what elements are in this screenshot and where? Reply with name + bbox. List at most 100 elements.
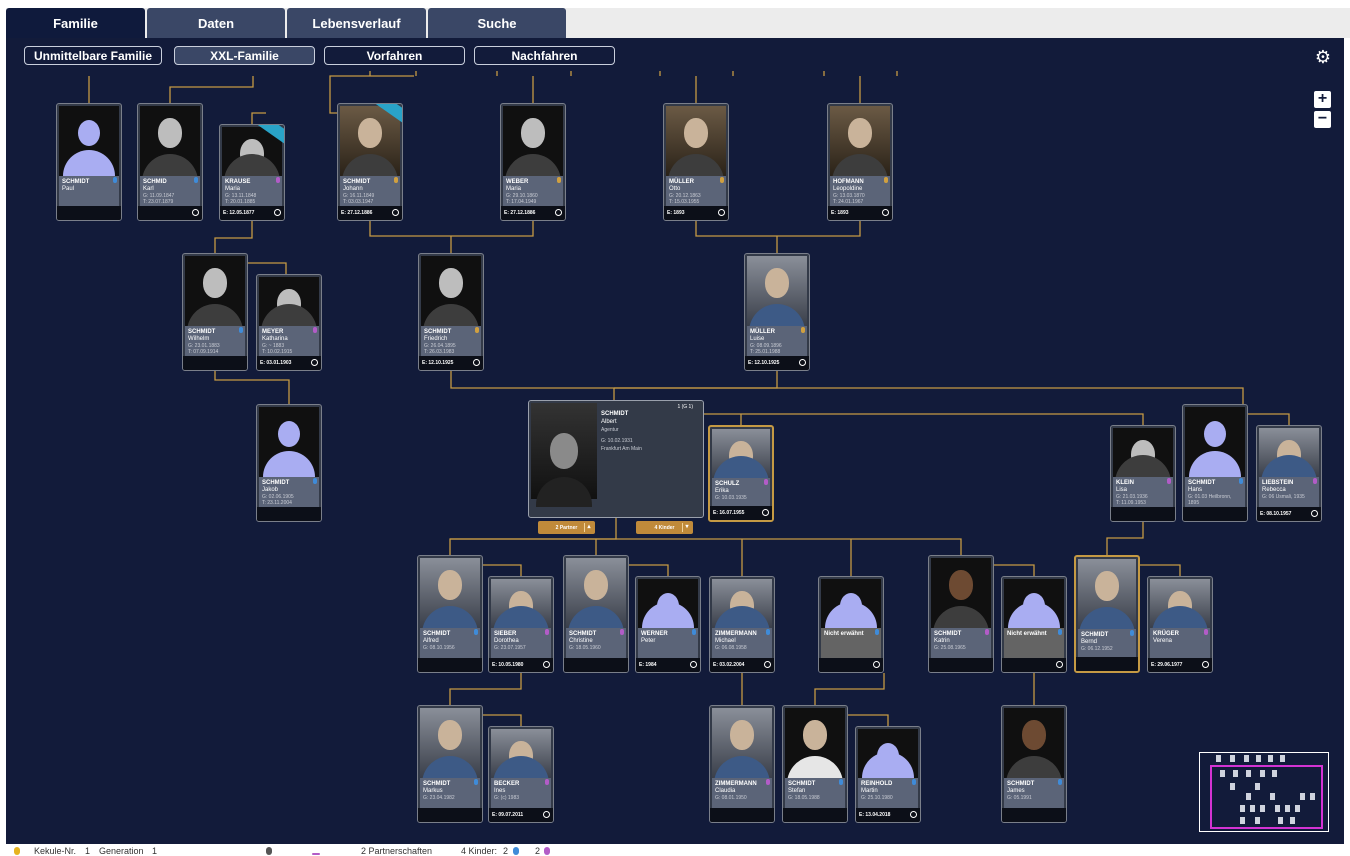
person-card-ne2[interactable]: Nicht erwähnt	[1001, 576, 1067, 673]
person-info: SCHMIDT Katrin G: 25.08.1965	[931, 628, 991, 658]
rings-icon[interactable]	[1311, 510, 1318, 517]
person-card-leopoldine[interactable]: HOFMANN Leopoldine G: 13.03.1870 T: 24.01.1…	[827, 103, 893, 221]
marriage-footer	[1002, 658, 1066, 672]
tab-daten[interactable]: Daten	[147, 8, 285, 38]
marriage-footer: E: 13.04.2018	[856, 808, 920, 822]
person-date: G: 05.1991	[1007, 795, 1032, 801]
focus-person-card[interactable]: 1 (G 1) SCHMIDT Albert Agentur G: 10.02.…	[528, 400, 704, 518]
rings-icon[interactable]	[274, 209, 281, 216]
person-card-martin[interactable]: REINHOLD Martin G: 25.10.1980 E: 13.04.2018	[855, 726, 921, 823]
tab-familie[interactable]: Familie	[6, 8, 145, 38]
person-given-name: Leopoldine	[833, 186, 863, 192]
minimap[interactable]	[1199, 752, 1329, 832]
person-info: SCHMIDT Friedrich G: 26.04.1895 T: 26.03.19…	[421, 326, 481, 356]
person-card-johann[interactable]: SCHMIDT Johann G: 16.11.1849 T: 03.03.1947 E…	[337, 103, 403, 221]
gear-icon[interactable]: ⚙	[1314, 48, 1332, 66]
person-card-stefan[interactable]: SCHMIDT Stefan G: 18.05.1988	[782, 705, 848, 823]
person-card-maria-k[interactable]: KRAUSE Maria G: 13.11.1848 T: 20.01.1885 E: …	[219, 124, 285, 221]
view-xxl-familie-button[interactable]: XXL-Familie	[174, 46, 315, 65]
partners-button[interactable]: 2 Partner ▴	[538, 521, 595, 534]
person-card-markus[interactable]: SCHMIDT Markus G: 23.04.1982	[417, 705, 483, 823]
person-given-name: Peter	[641, 638, 656, 644]
rings-icon[interactable]	[192, 209, 199, 216]
person-card-lisa[interactable]: KLEIN Lisa G: 21.03.1936 T: 11.09.1953	[1110, 425, 1176, 522]
person-card-alfred[interactable]: SCHMIDT Alfred G: 08.10.1956	[417, 555, 483, 673]
rings-icon[interactable]	[1202, 661, 1209, 668]
person-date: G: 01.03 Heilbronn, 1895	[1188, 494, 1232, 506]
person-card-katrin[interactable]: SCHMIDT Katrin G: 25.08.1965	[928, 555, 994, 673]
person-date: G: 23.04.1982	[423, 795, 455, 801]
plus-icon[interactable]: +	[1314, 91, 1331, 108]
rings-icon[interactable]	[762, 509, 769, 516]
rings-icon[interactable]	[1056, 661, 1063, 668]
person-card-maria-w[interactable]: WEBER Maria G: 29.10.1860 T: 17.04.1949 E: 2…	[500, 103, 566, 221]
rings-icon[interactable]	[392, 209, 399, 216]
minimap-viewport[interactable]	[1210, 765, 1323, 829]
minus-icon[interactable]: −	[1314, 111, 1331, 128]
person-card-paul[interactable]: SCHMIDT Paul	[56, 103, 122, 221]
marriage-footer	[1183, 507, 1247, 521]
rings-icon[interactable]	[311, 359, 318, 366]
person-card-otto[interactable]: MÜLLER Otto G: 20.12.1863 T: 15.03.1955 E: 1…	[663, 103, 729, 221]
person-given-name: Friedrich	[424, 336, 448, 342]
tab-suche[interactable]: Suche	[428, 8, 566, 38]
person-icon	[14, 847, 20, 855]
person-photo	[1150, 579, 1210, 628]
rings-icon[interactable]	[799, 359, 806, 366]
person-date: T: 17.04.1949	[506, 199, 537, 205]
person-card-claudia[interactable]: ZIMMERMANN Claudia G: 08.01.1950	[709, 705, 775, 823]
view-vorfahren-button[interactable]: Vorfahren	[324, 46, 465, 65]
person-card-katharina[interactable]: MEYER Katharina G: ~ 1883 T: 10.02.1915 E: 0…	[256, 274, 322, 371]
person-card-erika[interactable]: SCHULZ Erika G: 10.03.1935 E: 16.07.1955	[708, 425, 774, 522]
person-date: G: 06.12.1952	[1081, 646, 1113, 652]
person-card-ne1[interactable]: Nicht erwähnt	[818, 576, 884, 673]
person-info: KRAUSE Maria G: 13.11.1848 T: 20.01.1885	[222, 176, 282, 206]
rings-icon[interactable]	[543, 811, 550, 818]
children-button-label: 4 Kinder	[654, 524, 675, 531]
person-card-ines[interactable]: BECKER Ines G: (c) 1983 E: 09.07.2011	[488, 726, 554, 823]
person-card-christine[interactable]: SCHMIDT Christine G: 18.05.1960	[563, 555, 629, 673]
person-card-rebecca[interactable]: LIEBSTEIN Rebecca G: 06 Usmali, 1935 E: 08.…	[1256, 425, 1322, 522]
male-icon	[1239, 478, 1243, 484]
rings-icon[interactable]	[873, 661, 880, 668]
rings-icon[interactable]	[690, 661, 697, 668]
view-unmittelbare-familie-button[interactable]: Unmittelbare Familie	[24, 46, 162, 65]
person-card-wilhelm[interactable]: SCHMIDT Wilhelm G: 23.01.1883 T: 07.09.1914	[182, 253, 248, 371]
tree-canvas[interactable]: Unmittelbare Familie XXL-Familie Vorfahr…	[6, 38, 1344, 844]
person-card-friedrich[interactable]: SCHMIDT Friedrich G: 26.04.1895 T: 26.03.19…	[418, 253, 484, 371]
person-info: SCHMIDT Jakob G: 02.06.1905 T: 23.11.2004	[259, 477, 319, 507]
tab-lebensverlauf[interactable]: Lebensverlauf	[287, 8, 426, 38]
rings-icon[interactable]	[543, 661, 550, 668]
minimap-person-dot	[1255, 783, 1260, 790]
person-surname: SCHMIDT	[1188, 480, 1216, 486]
rings-icon[interactable]	[473, 359, 480, 366]
person-photo	[785, 708, 845, 778]
marriage-footer: E: 08.10.1957	[1257, 507, 1321, 521]
person-date: G: 18.05.1960	[569, 645, 601, 651]
person-info: LIEBSTEIN Rebecca G: 06 Usmali, 1935	[1259, 477, 1319, 507]
person-card-luise[interactable]: MÜLLER Luise G: 08.09.1896 T: 25.01.1988 E: …	[744, 253, 810, 371]
person-card-james[interactable]: SCHMIDT James G: 05.1991	[1001, 705, 1067, 823]
person-surname: KRÜGER	[1153, 631, 1180, 637]
marriage-date: E: 1893	[667, 210, 685, 216]
person-card-verena[interactable]: KRÜGER Verena E: 29.06.1977	[1147, 576, 1213, 673]
person-card-michael[interactable]: ZIMMERMANN Michael G: 06.08.1958 E: 03.02.2…	[709, 576, 775, 673]
person-card-bernd[interactable]: SCHMIDT Bernd G: 06.12.1952	[1074, 555, 1140, 673]
person-card-dorothea[interactable]: SIEBER Dorothea G: 23.07.1957 E: 10.05.1980	[488, 576, 554, 673]
male-icon	[1058, 779, 1062, 785]
person-card-peter[interactable]: WERNER Peter E: 1984	[635, 576, 701, 673]
person-card-karl[interactable]: SCHMID Karl G: 11.09.1847 T: 23.07.1879	[137, 103, 203, 221]
marriage-footer: E: 27.12.1886	[338, 206, 402, 220]
rings-icon[interactable]	[882, 209, 889, 216]
rings-icon[interactable]	[718, 209, 725, 216]
children-button[interactable]: 4 Kinder ▾	[636, 521, 693, 534]
view-nachfahren-button[interactable]: Nachfahren	[474, 46, 615, 65]
rings-icon[interactable]	[555, 209, 562, 216]
person-photo	[503, 106, 563, 176]
rings-icon[interactable]	[910, 811, 917, 818]
person-date: T: 26.03.1983	[424, 349, 455, 355]
rings-icon[interactable]	[764, 661, 771, 668]
person-card-jakob[interactable]: SCHMIDT Jakob G: 02.06.1905 T: 23.11.2004	[256, 404, 322, 522]
person-card-hans[interactable]: SCHMIDT Hans G: 01.03 Heilbronn, 1895	[1182, 404, 1248, 522]
person-surname: ZIMMERMANN	[715, 781, 757, 787]
